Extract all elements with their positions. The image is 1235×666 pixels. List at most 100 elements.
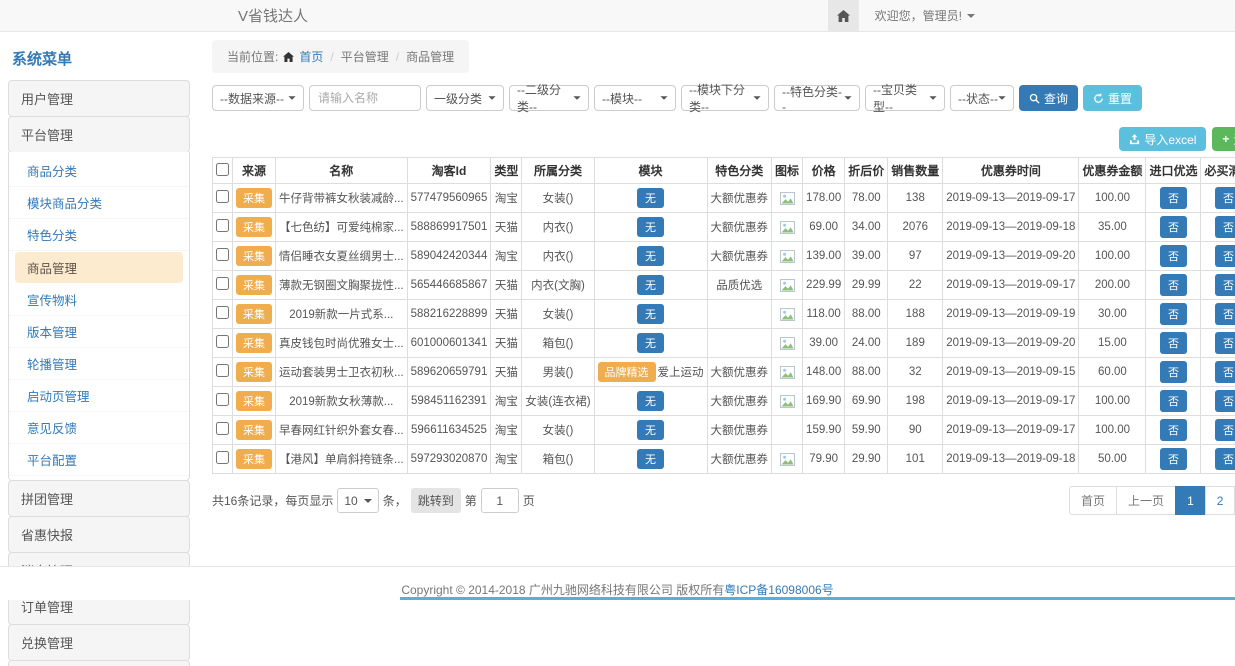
import-excel-button[interactable]: 导入excel [1119,127,1206,151]
import-select-toggle[interactable]: 否 [1160,274,1187,296]
sidebar-item-promo-material[interactable]: 宣传物料 [9,284,189,316]
row-checkbox[interactable] [216,248,229,261]
sidebar-item-feedback[interactable]: 意见反馈 [9,412,189,444]
must-buy-toggle[interactable]: 否 [1215,216,1235,238]
goods-name: 2019新款一片式系... [276,300,408,329]
sidebar-group-exchange[interactable]: 兑换管理 [8,624,190,661]
sidebar-platform-submenu: 商品分类 模块商品分类 特色分类 商品管理 宣传物料 版本管理 轮播管理 启动页… [8,152,190,481]
import-select-toggle[interactable]: 否 [1160,216,1187,238]
reset-button[interactable]: 重置 [1083,85,1142,111]
caret-down-icon [364,499,372,503]
caret-down-icon [488,96,495,100]
table-header-row: 来源 名称 淘客Id 类型 所属分类 模块 特色分类 图标 价格 折后价 销售数… [213,158,1235,184]
sidebar-item-module-goods-category[interactable]: 模块商品分类 [9,187,189,219]
import-select-toggle[interactable]: 否 [1160,187,1187,209]
caret-down-icon [929,96,936,100]
coupon-time: 2019-09-13—2019-09-18 [943,213,1079,242]
search-button[interactable]: 查询 [1019,85,1078,111]
sidebar-item-feature-category[interactable]: 特色分类 [9,219,189,251]
must-buy-toggle[interactable]: 否 [1215,448,1235,470]
must-buy-toggle[interactable]: 否 [1215,303,1235,325]
sales-count: 2076 [888,213,943,242]
sidebar-group-platform[interactable]: 平台管理 [8,116,190,153]
row-checkbox[interactable] [216,422,229,435]
must-buy-toggle[interactable]: 否 [1215,187,1235,209]
import-select-toggle[interactable]: 否 [1160,303,1187,325]
import-select-toggle[interactable]: 否 [1160,361,1187,383]
must-buy-toggle[interactable]: 否 [1215,245,1235,267]
price: 178.00 [803,184,845,213]
image-placeholder-icon [780,366,795,379]
row-checkbox[interactable] [216,451,229,464]
sidebar-item-platform-config[interactable]: 平台配置 [9,444,189,476]
breadcrumb-home-link[interactable]: 首页 [299,48,323,65]
filter-level2-category-select[interactable]: --二级分类-- [509,85,589,111]
page-2-button[interactable]: 2 [1205,486,1235,515]
source-badge: 采集 [236,391,272,411]
filter-feature-category-select[interactable]: --特色分类-- [774,85,860,111]
filter-status-select[interactable]: --状态-- [950,85,1014,111]
sidebar-item-goods-category[interactable]: 商品分类 [9,155,189,187]
import-select-toggle[interactable]: 否 [1160,419,1187,441]
filter-module-select[interactable]: --模块-- [594,85,676,111]
row-checkbox[interactable] [216,393,229,406]
row-checkbox[interactable] [216,306,229,319]
import-select-toggle[interactable]: 否 [1160,390,1187,412]
caret-down-icon [998,96,1005,100]
price: 69.00 [803,213,845,242]
user-menu[interactable]: 欢迎您，管理员! [859,0,1235,31]
sidebar-item-carousel-manage[interactable]: 轮播管理 [9,348,189,380]
must-buy-toggle[interactable]: 否 [1215,361,1235,383]
goods-category: 箱包() [522,445,594,474]
page-prev-button[interactable]: 上一页 [1116,486,1176,515]
sidebar-group-user[interactable]: 用户管理 [8,80,190,117]
filter-data-source-select[interactable]: --数据来源-- [212,85,304,111]
import-select-toggle[interactable]: 否 [1160,332,1187,354]
module-badge: 无 [637,420,664,440]
sales-count: 22 [888,271,943,300]
sidebar-item-splash-manage[interactable]: 启动页管理 [9,380,189,412]
sidebar-item-version-manage[interactable]: 版本管理 [9,316,189,348]
home-button[interactable] [828,0,859,31]
must-buy-toggle[interactable]: 否 [1215,419,1235,441]
pagination-bar: 共16条记录，每页显示 10 条， 跳转到 第 页 首页 上一页 1 2 下一页… [212,486,1235,515]
row-checkbox[interactable] [216,190,229,203]
row-checkbox[interactable] [216,219,229,232]
sidebar-item-goods-manage[interactable]: 商品管理 [15,252,183,283]
breadcrumb-prefix: 当前位置: [227,48,278,65]
image-placeholder-icon [780,279,795,292]
row-checkbox[interactable] [216,335,229,348]
goods-name: 真皮钱包时尚优雅女士... [276,329,408,358]
sales-count: 90 [888,416,943,445]
col-taoke-id: 淘客Id [407,158,491,184]
filter-item-type-select[interactable]: --宝贝类型-- [865,85,945,111]
must-buy-toggle[interactable]: 否 [1215,274,1235,296]
per-page-select[interactable]: 10 [337,488,378,513]
coupon-time: 2019-09-13—2019-09-19 [943,300,1079,329]
jump-button[interactable]: 跳转到 [411,488,461,513]
filter-module-sub-select[interactable]: --模块下分类-- [681,85,769,111]
row-checkbox[interactable] [216,277,229,290]
goods-type: 天猫 [491,300,522,329]
sidebar-group-groupbuy[interactable]: 拼团管理 [8,480,190,517]
sidebar-group-news[interactable]: 省惠快报 [8,516,190,553]
filter-level1-category-select[interactable]: 一级分类 [426,85,504,111]
page-first-button[interactable]: 首页 [1069,486,1117,515]
import-select-toggle[interactable]: 否 [1160,245,1187,267]
row-checkbox[interactable] [216,364,229,377]
page-1-button[interactable]: 1 [1175,486,1206,515]
icp-link[interactable]: 粤ICP备16098006号 [724,583,833,597]
name-search-input[interactable] [309,85,421,111]
goods-category: 内衣(文胸) [522,271,594,300]
add-button[interactable]: + 添加 [1212,127,1235,151]
table-row: 采集 牛仔背带裤女秋装减龄... 577479560965 淘宝 女装() 无 … [213,184,1235,213]
coupon-time: 2019-09-13—2019-09-17 [943,184,1079,213]
import-select-toggle[interactable]: 否 [1160,448,1187,470]
select-all-checkbox[interactable] [216,163,229,176]
top-navbar: V省钱达人 欢迎您，管理员! [0,0,1235,32]
must-buy-toggle[interactable]: 否 [1215,332,1235,354]
feature-category: 大额优惠券 [707,184,772,213]
coupon-time: 2019-09-13—2019-09-17 [943,387,1079,416]
must-buy-toggle[interactable]: 否 [1215,390,1235,412]
jump-page-input[interactable] [481,488,519,513]
